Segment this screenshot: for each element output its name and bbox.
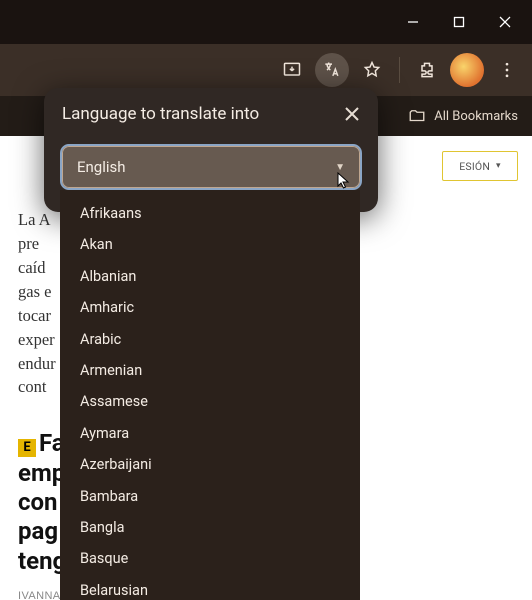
minimize-button[interactable] (390, 0, 436, 44)
all-bookmarks-button[interactable]: All Bookmarks (408, 107, 518, 125)
selected-language: English (77, 158, 126, 176)
language-option[interactable]: Amharic (60, 292, 360, 323)
language-select[interactable]: English ▼ (62, 146, 360, 188)
close-popup-button[interactable] (340, 102, 364, 126)
bookmark-star-icon[interactable] (355, 53, 389, 87)
menu-dots-icon[interactable] (490, 53, 524, 87)
all-bookmarks-label: All Bookmarks (434, 109, 518, 124)
language-option[interactable]: Armenian (60, 355, 360, 386)
popup-title: Language to translate into (62, 104, 360, 124)
section-marker: E (18, 439, 36, 457)
language-option[interactable]: Basque (60, 543, 360, 574)
cursor-icon (337, 172, 351, 190)
extensions-icon[interactable] (410, 53, 444, 87)
translate-icon[interactable] (315, 53, 349, 87)
language-option[interactable]: Aymara (60, 418, 360, 449)
language-option[interactable]: Bambara (60, 481, 360, 512)
language-option[interactable]: Akan (60, 229, 360, 260)
language-option[interactable]: Azerbaijani (60, 449, 360, 480)
chevron-down-icon: ▼ (335, 162, 345, 173)
language-option[interactable]: Arabic (60, 324, 360, 355)
folder-icon (408, 107, 426, 125)
profile-avatar[interactable] (450, 53, 484, 87)
language-option[interactable]: Afrikaans (60, 198, 360, 229)
session-button[interactable]: ESIÓN (442, 151, 518, 181)
language-option[interactable]: Assamese (60, 386, 360, 417)
maximize-button[interactable] (436, 0, 482, 44)
language-dropdown-list[interactable]: AfrikaansAkanAlbanianAmharicArabicArmeni… (60, 190, 360, 600)
language-option[interactable]: Bangla (60, 512, 360, 543)
language-option[interactable]: Albanian (60, 261, 360, 292)
toolbar-divider (399, 57, 400, 83)
window-titlebar (0, 0, 532, 44)
install-app-icon[interactable] (275, 53, 309, 87)
close-window-button[interactable] (482, 0, 528, 44)
language-option[interactable]: Belarusian (60, 575, 360, 600)
